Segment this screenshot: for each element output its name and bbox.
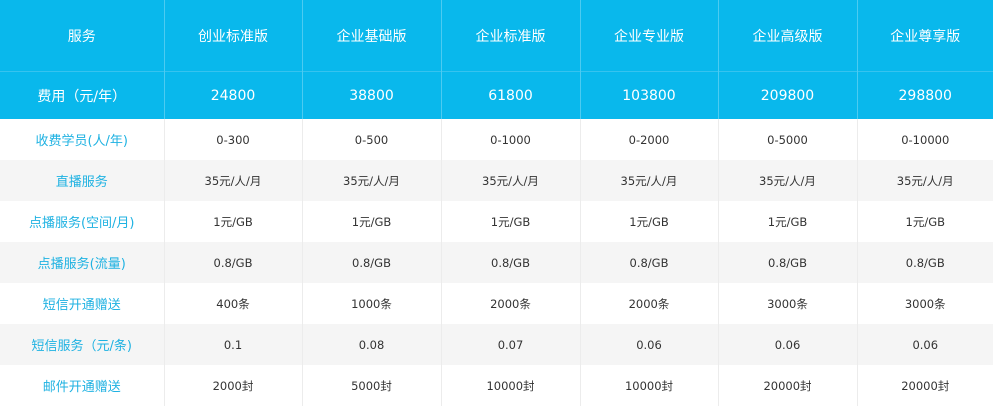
row-label: 直播服务 bbox=[0, 160, 165, 201]
price-value: 209800 bbox=[718, 71, 858, 119]
table-cell: 0-500 bbox=[302, 119, 442, 160]
table-cell: 35元/人/月 bbox=[164, 160, 303, 201]
table-row-paid-students: 收费学员(人/年) 0-300 0-500 0-1000 0-2000 0-50… bbox=[0, 119, 993, 160]
price-value: 61800 bbox=[441, 71, 581, 119]
table-row-live-service: 直播服务 35元/人/月 35元/人/月 35元/人/月 35元/人/月 35元… bbox=[0, 160, 993, 201]
table-cell: 0.1 bbox=[164, 324, 303, 365]
plan-header-row: 服务 创业标准版 企业基础版 企业标准版 企业专业版 企业高级版 企业尊享版 bbox=[0, 0, 993, 72]
pricing-table: 服务 创业标准版 企业基础版 企业标准版 企业专业版 企业高级版 企业尊享版 费… bbox=[0, 0, 993, 406]
row-label: 短信服务（元/条) bbox=[0, 324, 165, 365]
plan-header-enterprise-premium: 企业尊享版 bbox=[857, 0, 993, 72]
table-cell: 400条 bbox=[164, 283, 303, 324]
table-cell: 35元/人/月 bbox=[718, 160, 858, 201]
table-row-sms-gift: 短信开通赠送 400条 1000条 2000条 2000条 3000条 3000… bbox=[0, 283, 993, 324]
table-cell: 35元/人/月 bbox=[441, 160, 581, 201]
table-cell: 0.8/GB bbox=[302, 242, 442, 283]
plan-header-enterprise-basic: 企业基础版 bbox=[302, 0, 442, 72]
row-label: 点播服务(空间/月) bbox=[0, 201, 165, 242]
table-cell: 1元/GB bbox=[441, 201, 581, 242]
table-cell: 1元/GB bbox=[718, 201, 858, 242]
table-cell: 0.08 bbox=[302, 324, 442, 365]
plan-header-startup-standard: 创业标准版 bbox=[164, 0, 303, 72]
table-cell: 0-5000 bbox=[718, 119, 858, 160]
table-row-vod-storage: 点播服务(空间/月) 1元/GB 1元/GB 1元/GB 1元/GB 1元/GB… bbox=[0, 201, 993, 242]
row-label: 点播服务(流量) bbox=[0, 242, 165, 283]
table-cell: 35元/人/月 bbox=[857, 160, 993, 201]
table-cell: 1元/GB bbox=[857, 201, 993, 242]
table-cell: 0.07 bbox=[441, 324, 581, 365]
price-label: 费用（元/年） bbox=[0, 71, 165, 119]
table-cell: 1元/GB bbox=[302, 201, 442, 242]
table-row-sms-price: 短信服务（元/条) 0.1 0.08 0.07 0.06 0.06 0.06 bbox=[0, 324, 993, 365]
table-cell: 35元/人/月 bbox=[302, 160, 442, 201]
table-cell: 0.06 bbox=[718, 324, 858, 365]
table-cell: 2000条 bbox=[580, 283, 719, 324]
table-cell: 35元/人/月 bbox=[580, 160, 719, 201]
plan-header-enterprise-standard: 企业标准版 bbox=[441, 0, 581, 72]
table-cell: 0-10000 bbox=[857, 119, 993, 160]
table-cell: 0.8/GB bbox=[164, 242, 303, 283]
table-cell: 0-2000 bbox=[580, 119, 719, 160]
table-cell: 0.8/GB bbox=[857, 242, 993, 283]
plan-header-enterprise-advanced: 企业高级版 bbox=[718, 0, 858, 72]
plan-header-enterprise-professional: 企业专业版 bbox=[580, 0, 719, 72]
price-value: 103800 bbox=[580, 71, 719, 119]
price-value: 298800 bbox=[857, 71, 993, 119]
table-cell: 2000条 bbox=[441, 283, 581, 324]
row-label: 收费学员(人/年) bbox=[0, 119, 165, 160]
service-header: 服务 bbox=[0, 0, 165, 72]
table-cell: 3000条 bbox=[718, 283, 858, 324]
table-cell: 3000条 bbox=[857, 283, 993, 324]
table-cell: 1元/GB bbox=[580, 201, 719, 242]
table-cell: 0.06 bbox=[580, 324, 719, 365]
price-value: 24800 bbox=[164, 71, 303, 119]
table-row-vod-traffic: 点播服务(流量) 0.8/GB 0.8/GB 0.8/GB 0.8/GB 0.8… bbox=[0, 242, 993, 283]
table-cell: 0-300 bbox=[164, 119, 303, 160]
table-cell: 1元/GB bbox=[164, 201, 303, 242]
table-cell: 0.8/GB bbox=[580, 242, 719, 283]
table-cell: 0.8/GB bbox=[718, 242, 858, 283]
table-cell: 0.8/GB bbox=[441, 242, 581, 283]
table-cell: 0.06 bbox=[857, 324, 993, 365]
table-cell: 1000条 bbox=[302, 283, 442, 324]
price-row: 费用（元/年） 24800 38800 61800 103800 209800 … bbox=[0, 71, 993, 119]
row-label: 短信开通赠送 bbox=[0, 283, 165, 324]
table-cell: 0-1000 bbox=[441, 119, 581, 160]
price-value: 38800 bbox=[302, 71, 442, 119]
